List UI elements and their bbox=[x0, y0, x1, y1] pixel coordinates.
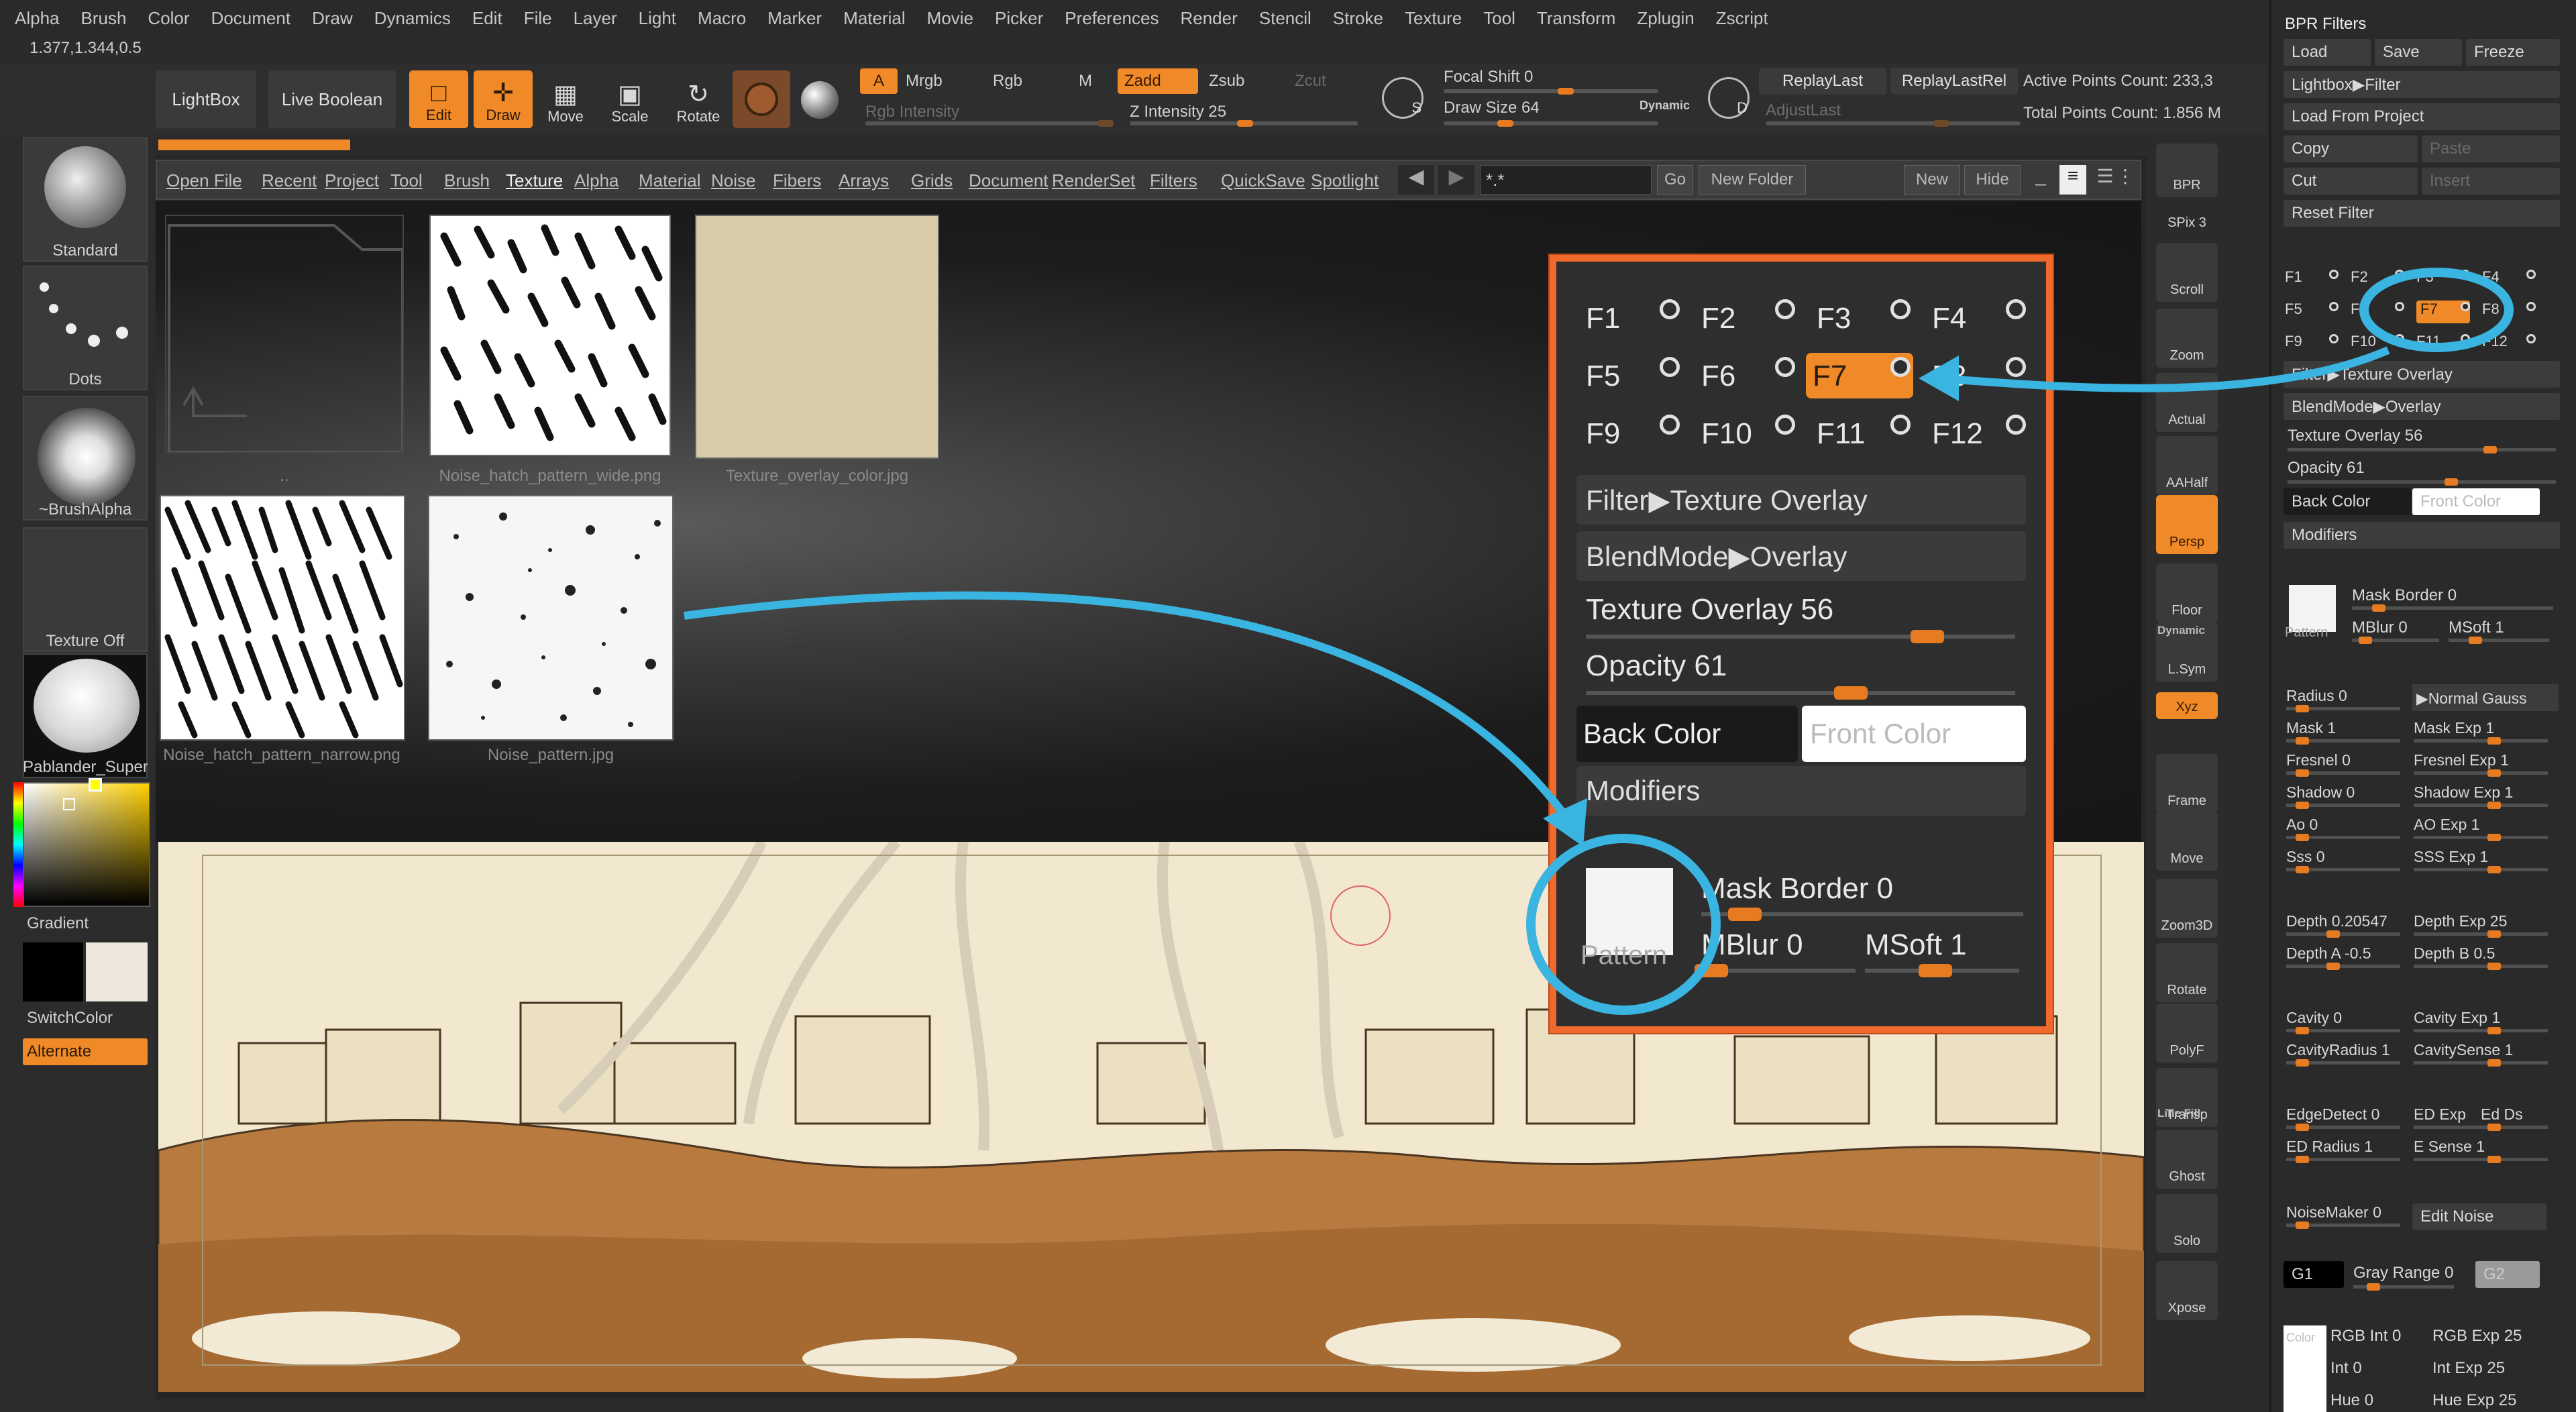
f7-callout-circle bbox=[2359, 268, 2514, 352]
f7-arrowhead bbox=[1919, 356, 1959, 401]
pattern-callout-circle bbox=[1526, 834, 1721, 1015]
noise-pattern-arrowhead bbox=[1543, 798, 1587, 847]
noise-pattern-arrow bbox=[684, 591, 1580, 834]
f7-arrow bbox=[1938, 346, 2390, 392]
callout-annotations bbox=[684, 268, 2514, 1015]
